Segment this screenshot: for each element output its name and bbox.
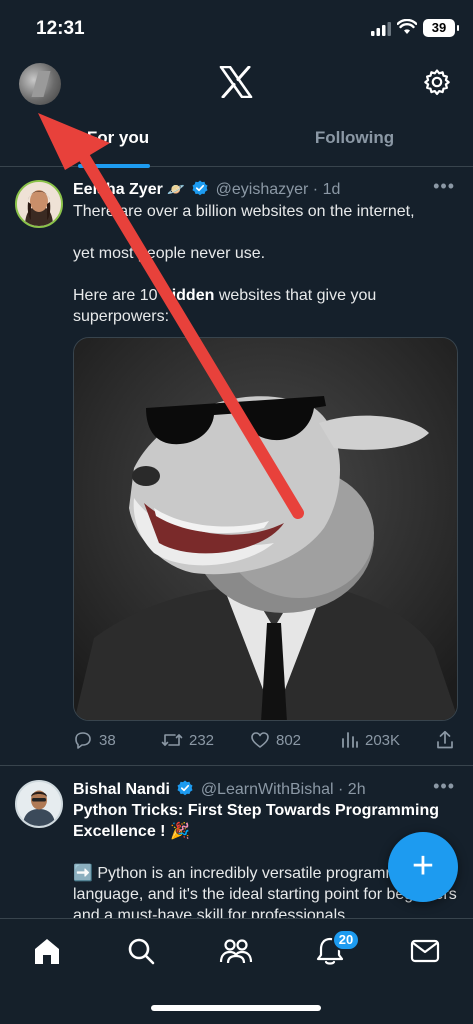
retweet-icon — [161, 734, 183, 746]
battery-indicator: 39 — [423, 19, 459, 37]
communities-icon[interactable] — [216, 935, 256, 967]
tab-for-you[interactable]: For you — [0, 110, 236, 168]
compose-button[interactable]: + — [388, 832, 458, 902]
tweet-header: Eeisha Zyer 🪐 @eyishazyer · 1d — [73, 180, 340, 199]
tweet-text-line: yet most people never use. — [73, 245, 266, 262]
heart-icon — [251, 732, 269, 748]
home-icon[interactable] — [27, 935, 67, 967]
gear-icon[interactable] — [423, 68, 451, 96]
verified-badge-icon — [177, 780, 193, 796]
x-logo — [219, 66, 253, 98]
tab-following[interactable]: Following — [236, 110, 473, 167]
share-icon[interactable] — [436, 730, 454, 750]
sheep-in-suit-image — [74, 338, 457, 720]
tweet-time: · 1d — [312, 181, 341, 198]
tweet[interactable]: Eeisha Zyer 🪐 @eyishazyer · 1d ••• There… — [0, 168, 473, 765]
retweet-count: 232 — [189, 731, 215, 749]
search-icon[interactable] — [121, 935, 161, 967]
tweet-text-line: There are over a billion websites on the… — [73, 203, 415, 220]
more-options-icon[interactable]: ••• — [433, 176, 455, 197]
messages-icon[interactable] — [405, 935, 445, 967]
notification-count-badge: 20 — [332, 929, 360, 951]
tab-label: Following — [314, 128, 395, 147]
status-bar: 12:31 39 — [0, 0, 473, 56]
tweet-author-avatar[interactable] — [15, 780, 63, 828]
author-handle[interactable]: @eyishazyer — [216, 181, 309, 198]
tweet-time: · 2h — [338, 781, 366, 798]
tweet-bold-word: hidden — [161, 287, 215, 304]
signal-icon — [371, 22, 391, 36]
wifi-icon — [397, 19, 417, 34]
author-name[interactable]: Bishal Nandi — [73, 781, 170, 798]
tweet-image[interactable] — [73, 337, 458, 721]
like-count: 802 — [276, 731, 302, 749]
person-portrait-icon — [17, 182, 61, 226]
views-icon — [342, 732, 358, 748]
more-options-icon[interactable]: ••• — [433, 776, 455, 797]
tweet-actions: 38 232 802 203K — [73, 730, 461, 754]
reply-count: 38 — [99, 731, 116, 749]
like-button[interactable]: 802 — [250, 730, 301, 750]
retweet-button[interactable]: 232 — [161, 730, 214, 750]
home-indicator[interactable] — [151, 1005, 321, 1011]
profile-avatar[interactable] — [19, 63, 61, 105]
views-count: 203K — [365, 731, 401, 749]
tweet-author-avatar[interactable] — [15, 180, 63, 228]
tab-label: For you — [86, 128, 150, 147]
tweet-header: Bishal Nandi @LearnWithBishal · 2h — [73, 780, 366, 799]
tweet-text: There are over a billion websites on the… — [73, 201, 461, 348]
status-time: 12:31 — [36, 18, 85, 39]
tweet-text-line: Here are 10 hidden websites that give yo… — [73, 287, 377, 325]
compose-plus-icon: + — [411, 845, 435, 887]
author-name[interactable]: Eeisha Zyer — [73, 181, 163, 198]
verified-badge-icon — [192, 180, 208, 196]
person-portrait-icon — [17, 782, 61, 826]
views-button[interactable]: 203K — [341, 730, 400, 750]
reply-icon — [75, 732, 91, 749]
author-name-emoji: 🪐 — [167, 181, 185, 197]
timeline-tabs: For you Following — [0, 110, 473, 168]
author-handle[interactable]: @LearnWithBishal — [201, 781, 334, 798]
reply-button[interactable]: 38 — [73, 730, 116, 750]
